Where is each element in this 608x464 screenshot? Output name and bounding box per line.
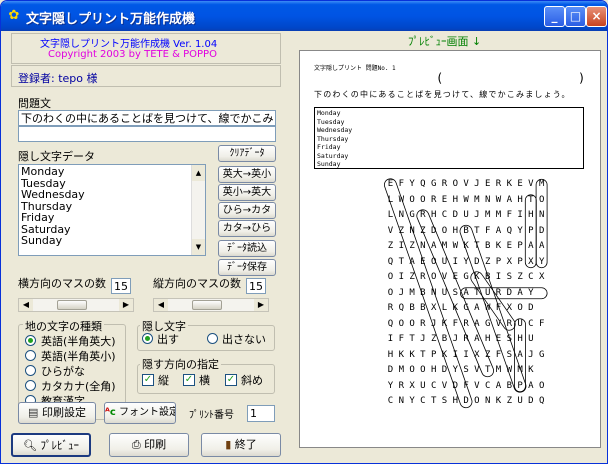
answer-loop xyxy=(460,287,548,300)
print-setup-label: 印刷設定 xyxy=(41,406,86,419)
hidden-data-list[interactable]: Monday Tuesday Wednesday Thursday Friday Satu… xyxy=(18,164,206,256)
exit-button[interactable]: ▮ 終了 xyxy=(201,433,281,457)
show-radio[interactable] xyxy=(142,333,153,344)
font-setup-label: フォント設定 xyxy=(119,407,176,418)
answer-loops xyxy=(384,178,548,409)
fill-lower-english-radio[interactable] xyxy=(25,350,36,361)
hide-radio-label: 出さない xyxy=(222,333,266,346)
direction-label: 隠す方向の指定 xyxy=(140,356,221,372)
close-button[interactable]: × xyxy=(586,6,607,27)
font-setup-button[interactable]: ᴬc フォント設定 xyxy=(104,402,176,424)
list-scrollbar[interactable]: ▲ ▼ xyxy=(191,165,205,255)
fill-katakana-radio-label: カタカナ(全角) xyxy=(41,380,116,393)
window-title: 文字隠しプリント万能作成機 xyxy=(26,12,196,27)
question-label: 問題文 xyxy=(18,97,51,110)
word-list-item[interactable]: Sunday xyxy=(21,235,85,247)
fill-hiragana-radio[interactable] xyxy=(25,365,36,376)
app-version-text: 文字隠しプリント万能作成機 Ver. 1.04 xyxy=(40,39,218,50)
magnifier-icon: 🔍︎ xyxy=(23,439,37,452)
scroll-up-icon[interactable]: ▲ xyxy=(192,165,205,181)
horizontal-label: 横 xyxy=(199,374,210,387)
registrant-panel: 登録者: tepo 様 xyxy=(11,65,281,87)
fill-type-label: 地の文字の種類 xyxy=(23,318,104,334)
load-data-button[interactable]: ﾃﾞｰﾀ読込 xyxy=(218,240,276,257)
print-label: 印刷 xyxy=(144,438,167,451)
show-radio-label: 出す xyxy=(157,333,179,346)
printer-icon: ⎙ xyxy=(131,438,141,451)
answer-loop xyxy=(535,178,548,269)
slider-right-icon[interactable]: ▶ xyxy=(119,299,133,311)
upper-to-lower-button[interactable]: 英大→英小 xyxy=(218,166,276,183)
printer-icon: ▤ xyxy=(28,406,39,419)
v-cells-label: 縦方向のマスの数 xyxy=(153,277,241,290)
exit-label: 終了 xyxy=(234,438,257,451)
fill-hiragana-radio-label: ひらがな xyxy=(41,365,85,378)
question-input-2[interactable] xyxy=(18,126,276,142)
horizontal-checkbox[interactable]: ✓ xyxy=(183,374,195,386)
minimize-button[interactable]: _ xyxy=(544,6,565,27)
h-slider-thumb[interactable] xyxy=(57,300,87,310)
word-list-item[interactable]: Monday xyxy=(21,166,85,178)
clear-data-button[interactable]: ｸﾘｱﾃﾞｰﾀ xyxy=(218,145,276,162)
kata-to-hira-button[interactable]: カタ→ひら xyxy=(218,220,276,237)
v-cells-slider[interactable]: ◀ ▶ xyxy=(153,298,269,312)
title-bar[interactable]: ✿ 文字隠しプリント万能作成機 _ □ × xyxy=(1,1,607,31)
app-window: ✿ 文字隠しプリント万能作成機 _ □ × 文字隠しプリント万能作成機 Ver.… xyxy=(0,0,608,464)
hide-radio[interactable] xyxy=(207,333,218,344)
question-input[interactable]: 下のわくの中にあることばを見つけて、線でかこみましょう xyxy=(18,110,276,126)
slider-left-icon[interactable]: ◀ xyxy=(19,299,33,311)
maximize-button[interactable]: □ xyxy=(565,6,586,27)
v-cells-input[interactable]: 15 xyxy=(246,278,266,294)
print-no-input[interactable]: 1 xyxy=(247,405,275,422)
answer-loop xyxy=(514,318,526,393)
preview-canvas: 文字隠しプリント 問題No. 1 ( ) 下のわくの中にあることばを見つけて、線… xyxy=(299,50,601,448)
door-icon: ▮ xyxy=(225,438,232,451)
h-cells-label: 横方向のマスの数 xyxy=(18,277,106,290)
h-cells-slider[interactable]: ◀ ▶ xyxy=(18,298,134,312)
hira-to-kata-button[interactable]: ひら→カタ xyxy=(218,202,276,219)
registrant-text: 登録者: tepo 様 xyxy=(18,72,98,85)
fill-upper-english-radio-label: 英語(半角英大) xyxy=(41,335,116,348)
word-list-item[interactable]: Friday xyxy=(21,212,85,224)
fill-lower-english-radio-label: 英語(半角英小) xyxy=(41,350,116,363)
slider-left-icon[interactable]: ◀ xyxy=(154,299,168,311)
answer-loop xyxy=(524,194,537,269)
lower-to-upper-button[interactable]: 英小→英大 xyxy=(218,184,276,201)
copyright-text: Copyright 2003 by TETE & POPPO xyxy=(48,49,217,60)
word-list-item[interactable]: Wednesday xyxy=(21,189,85,201)
slider-right-icon[interactable]: ▶ xyxy=(254,299,268,311)
preview-button[interactable]: 🔍︎ ﾌﾟﾚﾋﾞｭｰ xyxy=(11,433,91,457)
print-setup-button[interactable]: ▤ 印刷設定 xyxy=(18,402,96,424)
print-button[interactable]: ⎙ 印刷 xyxy=(109,433,189,457)
fill-upper-english-radio[interactable] xyxy=(25,335,36,346)
scroll-down-icon[interactable]: ▼ xyxy=(192,239,205,255)
hidden-data-label: 隠し文字データ xyxy=(18,150,95,163)
diagonal-checkbox[interactable]: ✓ xyxy=(225,374,237,386)
preview-label: ﾌﾟﾚﾋﾞｭｰ画面 ↓ xyxy=(408,35,482,48)
vertical-checkbox[interactable]: ✓ xyxy=(142,374,154,386)
diagonal-label: 斜め xyxy=(241,374,263,387)
app-icon: ✿ xyxy=(8,8,20,23)
fill-katakana-radio[interactable] xyxy=(25,380,36,391)
save-data-button[interactable]: ﾃﾞｰﾀ保存 xyxy=(218,259,276,276)
header-panel: 文字隠しプリント万能作成機 Ver. 1.04 Copyright 2003 b… xyxy=(11,33,281,64)
vertical-label: 縦 xyxy=(158,374,169,387)
print-no-label: ﾌﾟﾘﾝﾄ番号 xyxy=(189,410,234,421)
font-icon: ᴬc xyxy=(105,407,116,418)
h-cells-input[interactable]: 15 xyxy=(111,278,131,294)
answer-loop xyxy=(470,271,516,331)
answer-loop xyxy=(384,178,473,409)
preview-label: ﾌﾟﾚﾋﾞｭｰ xyxy=(40,439,79,452)
v-slider-thumb[interactable] xyxy=(192,300,222,310)
